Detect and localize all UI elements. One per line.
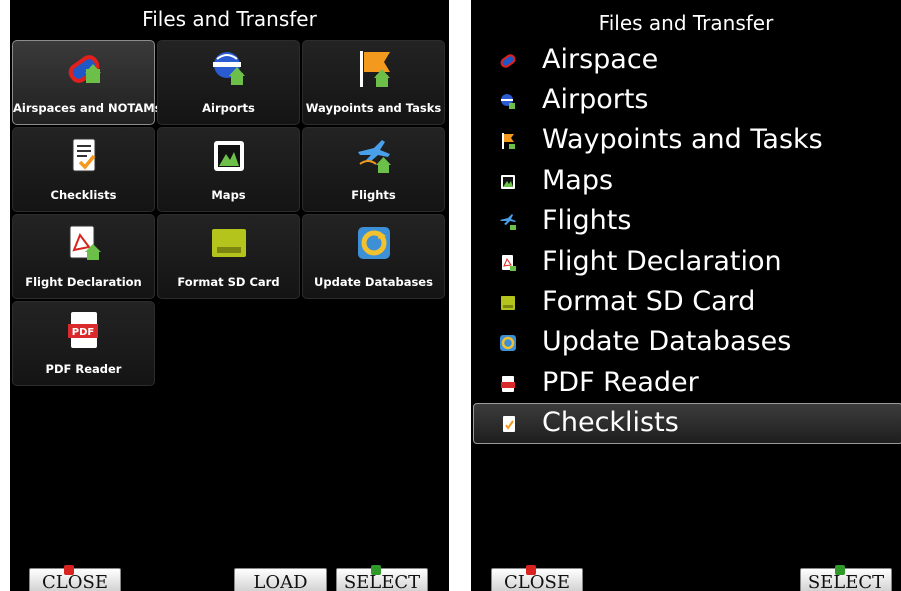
checklist-icon xyxy=(72,138,95,172)
close-mark-icon xyxy=(64,565,74,575)
tile-airports[interactable]: Airports xyxy=(157,40,300,125)
tile-checklists[interactable]: Checklists xyxy=(12,127,155,212)
list-item-waypoints-tasks[interactable]: Waypoints and Tasks xyxy=(473,121,901,161)
select-button-label: SELECT xyxy=(343,572,421,591)
close-mark-icon xyxy=(526,565,536,575)
waypoint-flag-icon xyxy=(502,133,515,149)
close-button-label: CLOSE xyxy=(504,572,570,591)
list-item-label: Airspace xyxy=(542,44,659,75)
list-item-format-sd-card[interactable]: Format SD Card xyxy=(473,283,901,323)
select-button[interactable]: SELECT xyxy=(800,565,892,591)
tile-label: Flights xyxy=(351,188,396,202)
select-mark-icon xyxy=(835,565,845,575)
tile-label: Checklists xyxy=(50,188,117,202)
sd-card-icon xyxy=(211,229,246,257)
tile-waypoints-tasks[interactable]: Waypoints and Tasks xyxy=(302,40,445,125)
flights-icon xyxy=(357,140,391,173)
grid-view-screen: Files and Transfer Airspaces and NOTAMs … xyxy=(10,0,449,591)
flights-icon xyxy=(500,214,516,230)
tile-label: Update Databases xyxy=(314,275,433,289)
tile-flight-declaration[interactable]: Flight Declaration xyxy=(12,214,155,299)
list-item-airspace[interactable]: Airspace xyxy=(473,41,901,81)
svg-text:PDF: PDF xyxy=(71,327,93,338)
close-button[interactable]: CLOSE xyxy=(29,565,121,591)
pdf-icon: PDF xyxy=(67,312,98,348)
sd-card-icon xyxy=(501,296,515,310)
load-button[interactable]: LOAD xyxy=(234,568,327,591)
list-item-label: Flights xyxy=(542,205,632,236)
close-button[interactable]: CLOSE xyxy=(491,565,583,591)
tile-update-databases[interactable]: Update Databases xyxy=(302,214,445,299)
screen-title: Files and Transfer xyxy=(598,11,774,35)
close-button-label: CLOSE xyxy=(42,572,108,591)
map-icon xyxy=(501,175,515,189)
update-databases-icon xyxy=(357,227,390,259)
flight-declaration-icon xyxy=(502,255,516,271)
list-view-screen: Files and Transfer Airspace Airports Way… xyxy=(471,0,901,591)
flight-declaration-icon xyxy=(69,225,101,260)
list-item-maps[interactable]: Maps xyxy=(473,162,901,202)
list-item-flights[interactable]: Flights xyxy=(473,202,901,242)
tile-label: Airspaces and NOTAMs xyxy=(13,101,162,115)
airport-icon xyxy=(212,52,245,85)
list-item-label: Airports xyxy=(542,84,649,115)
list-item-pdf-reader[interactable]: PDF Reader xyxy=(473,364,901,404)
airspace-icon xyxy=(500,54,516,68)
list-item-label: Waypoints and Tasks xyxy=(542,124,823,155)
list-item-checklists[interactable]: Checklists xyxy=(473,403,901,444)
list-item-label: Format SD Card xyxy=(542,286,756,317)
map-icon xyxy=(213,141,244,171)
list-item-label: PDF Reader xyxy=(542,367,699,398)
tile-format-sd-card[interactable]: Format SD Card xyxy=(157,214,300,299)
select-mark-icon xyxy=(371,565,381,575)
tile-maps[interactable]: Maps xyxy=(157,127,300,212)
list-item-label: Checklists xyxy=(542,407,679,438)
list-item-update-databases[interactable]: Update Databases xyxy=(473,323,901,363)
tile-label: Flight Declaration xyxy=(25,275,142,289)
tile-pdf-reader[interactable]: PDF PDF Reader xyxy=(12,301,155,386)
tile-flights[interactable]: Flights xyxy=(302,127,445,212)
airspace-icon xyxy=(68,55,101,83)
list-item-airports[interactable]: Airports xyxy=(473,81,901,121)
list-item-flight-declaration[interactable]: Flight Declaration xyxy=(473,243,901,283)
airport-icon xyxy=(501,94,515,109)
waypoint-flag-icon xyxy=(359,51,390,87)
tile-label: Airports xyxy=(202,101,255,115)
update-databases-icon xyxy=(500,335,516,351)
load-button-label: LOAD xyxy=(253,572,308,591)
tile-label: Format SD Card xyxy=(177,275,280,289)
list-item-label: Maps xyxy=(542,165,614,196)
select-button-label: SELECT xyxy=(807,572,885,591)
list-item-label: Flight Declaration xyxy=(542,246,782,277)
screen-title: Files and Transfer xyxy=(142,7,317,31)
select-button[interactable]: SELECT xyxy=(336,565,428,591)
tile-label: Waypoints and Tasks xyxy=(305,101,442,115)
checklist-icon xyxy=(503,416,515,432)
pdf-icon xyxy=(501,376,515,392)
tile-airspaces-notams[interactable]: Airspaces and NOTAMs xyxy=(12,40,162,125)
tile-label: PDF Reader xyxy=(45,362,122,376)
list-item-label: Update Databases xyxy=(542,326,792,357)
tile-label: Maps xyxy=(211,188,246,202)
